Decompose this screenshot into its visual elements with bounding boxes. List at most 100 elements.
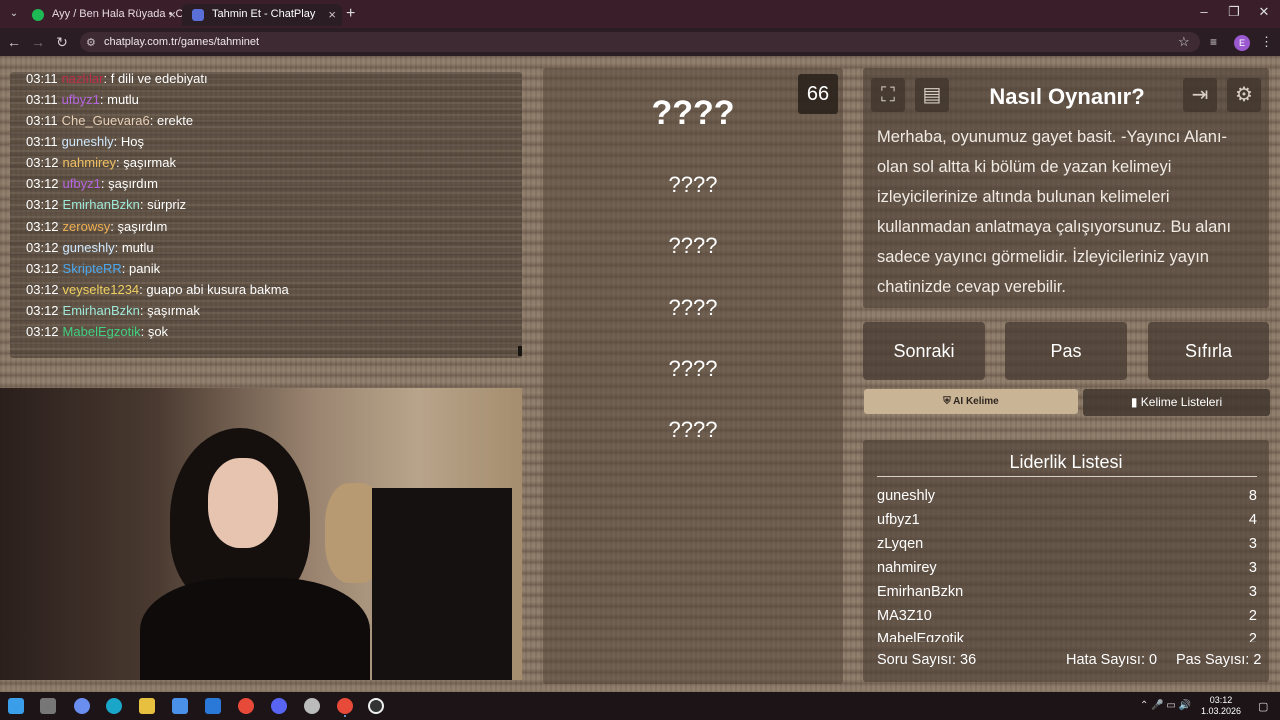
- pass-count: Pas Sayısı: 2: [1176, 652, 1262, 668]
- chat-timestamp: 03:12: [26, 261, 59, 276]
- reset-button[interactable]: Sıfırla: [1148, 322, 1269, 380]
- system-tray-icons[interactable]: ⌃ 🎤 ▭ 🔊: [1140, 700, 1191, 711]
- profile-avatar[interactable]: E: [1234, 35, 1250, 51]
- leaderboard-score: 3: [1248, 536, 1257, 552]
- settings-icon[interactable]: ⚙: [1227, 78, 1261, 112]
- chat-text: : şok: [140, 324, 169, 339]
- tab-music[interactable]: Ayy / Ben Hala Rüyada • Op ×: [22, 4, 182, 26]
- chat-timestamp: 03:12: [26, 303, 59, 318]
- media-control-icon[interactable]: ≡: [1210, 35, 1217, 49]
- chat-username[interactable]: EmirhanBzkn: [63, 197, 140, 212]
- url-text: chatplay.com.tr/games/tahminet: [104, 36, 260, 48]
- leaderboard-row: ufbyz1 4: [877, 512, 1257, 532]
- how-to-play-title: Nasıl Oynanır?: [989, 84, 1145, 109]
- copilot-icon[interactable]: [74, 698, 90, 714]
- exit-icon[interactable]: ⇥: [1183, 78, 1217, 112]
- tab-title: Tahmin Et - ChatPlay: [212, 8, 316, 20]
- chat-username[interactable]: MabelEgzotik: [63, 324, 141, 339]
- leaderboard-name: EmirhanBzkn: [877, 584, 964, 600]
- edge-icon[interactable]: [106, 698, 122, 714]
- chat-scroll-thumb[interactable]: [518, 346, 522, 356]
- chrome-active-icon[interactable]: [337, 698, 353, 714]
- start-icon[interactable]: [8, 698, 24, 714]
- word-lists-button[interactable]: ▮ Kelime Listeleri: [1083, 389, 1270, 416]
- chat-username[interactable]: nazlılar: [62, 71, 104, 86]
- chat-message: 03:11 Che_Guevara6: erekte: [26, 113, 193, 128]
- chat-text: : sürpriz: [139, 197, 187, 212]
- leaderboard-row: EmirhanBzkn 3: [877, 584, 1257, 604]
- bookmark-star-icon[interactable]: ☆: [1178, 34, 1190, 50]
- close-window-icon[interactable]: ✕: [1250, 4, 1278, 20]
- chat-username[interactable]: veyselte1234: [63, 282, 140, 297]
- leaderboard-score: 2: [1248, 631, 1257, 642]
- chat-username[interactable]: guneshly: [62, 134, 114, 149]
- reload-icon[interactable]: ↻: [52, 34, 72, 51]
- chat-username[interactable]: nahmirey: [63, 155, 116, 170]
- chat-username[interactable]: zerowsy: [63, 219, 111, 234]
- back-icon[interactable]: ←: [4, 34, 24, 50]
- site-info-icon[interactable]: ⚙: [86, 36, 96, 49]
- chat-timestamp: 03:12: [26, 155, 59, 170]
- word-lists-label: Kelime Listeleri: [1140, 395, 1223, 409]
- forbidden-word: ????: [668, 295, 718, 320]
- file-explorer-icon[interactable]: [139, 698, 155, 714]
- chat-message: 03:12 veyselte1234: guapo abi kusura bakm…: [26, 282, 289, 297]
- next-button[interactable]: Sonraki: [863, 322, 985, 380]
- fullscreen-icon[interactable]: ⛶: [871, 78, 905, 112]
- leaderboard-score: 3: [1248, 584, 1257, 600]
- restore-icon[interactable]: ❐: [1220, 4, 1248, 20]
- windows-taskbar: [0, 692, 1280, 720]
- pass-button[interactable]: Pas: [1005, 322, 1127, 380]
- chatplay-icon: [192, 9, 204, 21]
- browser-menu-icon[interactable]: ⋮: [1260, 34, 1273, 50]
- chat-message: 03:12 nahmirey: şaşırmak: [26, 155, 176, 170]
- main-word: ????: [651, 94, 735, 132]
- chrome-icon[interactable]: [238, 698, 254, 714]
- chat-text: : şaşırdım: [110, 219, 168, 234]
- mail-icon[interactable]: [205, 698, 221, 714]
- task-view-icon[interactable]: [40, 698, 56, 714]
- close-tab-icon[interactable]: ×: [328, 7, 336, 22]
- chat-username[interactable]: ufbyz1: [62, 92, 100, 107]
- chat-message: 03:11 ufbyz1: mutlu: [26, 92, 139, 107]
- store-icon[interactable]: [172, 698, 188, 714]
- tab-title: Ayy / Ben Hala Rüyada • Op: [52, 8, 182, 20]
- chat-username[interactable]: ufbyz1: [63, 176, 101, 191]
- tab-list-chevron-icon[interactable]: ⌄: [6, 6, 22, 22]
- chat-username[interactable]: EmirhanBzkn: [63, 303, 140, 318]
- forbidden-word: ????: [668, 417, 718, 442]
- leaderboard-row: MA3Z10 2: [877, 608, 1257, 628]
- close-tab-icon[interactable]: ×: [168, 7, 176, 22]
- chat-text: : Hoş: [113, 134, 144, 149]
- new-tab-button[interactable]: +: [346, 5, 360, 23]
- leaderboard-score: 8: [1248, 488, 1257, 504]
- error-count: Hata Sayısı: 0: [1066, 652, 1158, 668]
- chat-message: 03:12 EmirhanBzkn: şaşırmak: [26, 303, 200, 318]
- chat-username[interactable]: Che_Guevara6: [62, 113, 150, 128]
- notification-icon[interactable]: ▢: [1258, 700, 1268, 713]
- obs-icon[interactable]: [304, 698, 320, 714]
- black-cabinet: [372, 488, 512, 680]
- forbidden-word: ????: [668, 172, 718, 197]
- clock-time: 03:12: [1209, 695, 1233, 705]
- forbidden-word: ????: [668, 233, 718, 258]
- chat-timestamp: 03:12: [26, 240, 59, 255]
- leaderboard-name: nahmirey: [877, 560, 937, 576]
- chat-username[interactable]: SkripteRR: [63, 261, 122, 276]
- chat-message: 03:12 guneshly: mutlu: [26, 240, 154, 255]
- leaderboard-name: MA3Z10: [877, 608, 932, 624]
- forward-icon[interactable]: →: [28, 34, 48, 50]
- tab-chatplay[interactable]: Tahmin Et - ChatPlay ×: [182, 4, 342, 26]
- discord-icon[interactable]: [271, 698, 287, 714]
- leaderboard-score: 3: [1248, 560, 1257, 576]
- spotify-icon: [32, 9, 44, 21]
- minimize-icon[interactable]: –: [1190, 4, 1218, 19]
- ai-word-button[interactable]: ⛨ AI Kelime: [864, 389, 1078, 414]
- ai-word-label: AI Kelime: [953, 396, 999, 407]
- chat-username[interactable]: guneshly: [63, 240, 115, 255]
- leaderboard-title: Liderlik Listesi: [1009, 452, 1123, 472]
- app-icon[interactable]: [368, 698, 384, 714]
- chat-message: 03:12 ufbyz1: şaşırdım: [26, 176, 158, 191]
- document-icon[interactable]: ▤: [915, 78, 949, 112]
- taskbar-clock[interactable]: 03:12 1.03.2026: [1196, 695, 1246, 717]
